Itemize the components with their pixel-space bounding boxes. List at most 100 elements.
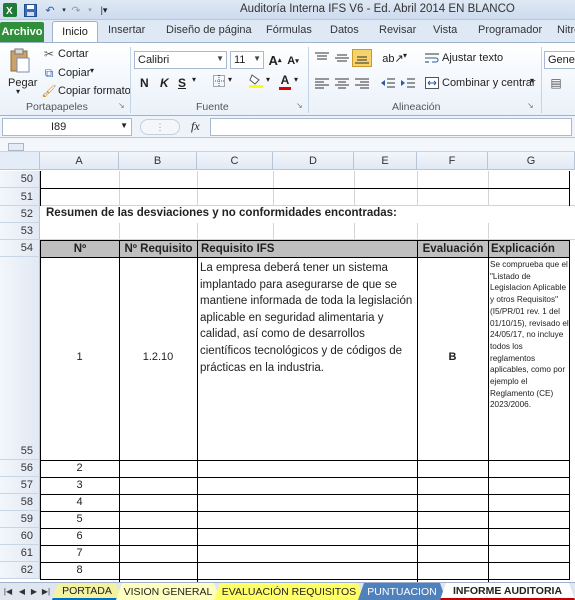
formula-input[interactable]	[210, 118, 572, 136]
row-header-61[interactable]: 61	[0, 545, 40, 562]
shrink-font-icon[interactable]: A ▾	[286, 53, 300, 69]
align-middle-icon[interactable]	[334, 51, 350, 65]
accounting-format-icon[interactable]: ▤	[548, 76, 564, 90]
column-header-e[interactable]: E	[354, 152, 417, 170]
merge-dropdown-icon[interactable]: ▾	[530, 76, 534, 85]
sheet-tab-puntuacion[interactable]: PUNTUACION	[358, 583, 446, 600]
prev-sheet-icon[interactable]: ◀	[16, 585, 28, 598]
tab-programador[interactable]: Programador	[478, 24, 542, 36]
paste-icon[interactable]	[8, 47, 32, 75]
row-header-57[interactable]: 57	[0, 477, 40, 494]
tab-nitro[interactable]: Nitro	[557, 24, 575, 36]
row-header-62[interactable]: 62	[0, 562, 40, 579]
customize-qat-icon[interactable]: |▾	[96, 2, 112, 18]
fill-color-icon[interactable]	[248, 73, 264, 89]
header-evaluacion: Evaluación	[417, 240, 489, 258]
column-header-a[interactable]: A	[40, 152, 119, 170]
row-header-51[interactable]: 51	[0, 188, 40, 206]
copy-button[interactable]: Copiar	[58, 67, 90, 79]
align-right-icon[interactable]	[354, 76, 370, 90]
align-top-icon[interactable]	[314, 51, 330, 65]
borders-icon[interactable]	[212, 74, 226, 88]
column-header-g[interactable]: G	[488, 152, 575, 170]
insert-function-button[interactable]: fx	[191, 119, 200, 134]
row-header-58[interactable]: 58	[0, 494, 40, 511]
copy-dropdown-icon[interactable]: ▾	[90, 66, 94, 75]
orientation-dropdown-icon[interactable]: ▾	[403, 51, 407, 60]
cut-icon[interactable]: ✂	[42, 47, 56, 61]
next-sheet-icon[interactable]: ▶	[28, 585, 40, 598]
name-box[interactable]: I89 ▼	[2, 118, 132, 136]
row-header-56[interactable]: 56	[0, 460, 40, 477]
font-color-dropdown-icon[interactable]: ▾	[294, 75, 298, 84]
increase-indent-icon[interactable]	[400, 76, 416, 90]
fill-color-dropdown-icon[interactable]: ▾	[266, 75, 270, 84]
row1-num: 1	[76, 351, 83, 363]
cut-button[interactable]: Cortar	[58, 48, 89, 60]
column-header-b[interactable]: B	[119, 152, 197, 170]
row-header-52[interactable]: 52	[0, 206, 40, 223]
sheet-tab-portada[interactable]: PORTADA	[52, 583, 122, 600]
paste-dropdown-icon[interactable]: ▾	[16, 87, 20, 96]
wrap-text-icon[interactable]	[424, 50, 440, 66]
decrease-indent-icon[interactable]	[380, 76, 396, 90]
tab-inicio[interactable]: Inicio	[52, 21, 98, 42]
format-painter-button[interactable]: Copiar formato	[58, 85, 131, 97]
copy-icon[interactable]: ⧉	[42, 66, 56, 80]
formula-cancel-enter-icon[interactable]: ⋮	[140, 119, 180, 135]
column-header-d[interactable]: D	[273, 152, 354, 170]
alignment-launcher-icon[interactable]: ↘	[527, 101, 534, 110]
sheet-tab-vision-general[interactable]: VISION GENERAL	[116, 583, 220, 600]
italic-button[interactable]: K	[160, 76, 169, 90]
wrap-text-button[interactable]: Ajustar texto	[442, 52, 503, 64]
row-header-59[interactable]: 59	[0, 511, 40, 528]
column-header-c[interactable]: C	[197, 152, 273, 170]
font-color-icon[interactable]: A	[278, 72, 292, 90]
font-size-combo[interactable]: 11 ▼	[230, 51, 264, 69]
row-header-60[interactable]: 60	[0, 528, 40, 545]
align-bottom-icon[interactable]	[352, 49, 372, 67]
sheet-tab-evaluacion-requisitos[interactable]: EVALUACIÓN REQUISITOS	[214, 583, 364, 600]
sheet-tab-informe-auditoria[interactable]: INFORME AUDITORIA	[440, 583, 575, 600]
tab-vista[interactable]: Vista	[433, 24, 457, 36]
merge-center-icon[interactable]	[424, 76, 440, 90]
grow-font-icon[interactable]: A ▴	[268, 52, 282, 68]
number-format-combo[interactable]: Genera	[544, 51, 575, 69]
worksheet-grid[interactable]: A B C D E F G 50 51 52 53 54 55 56 57 58…	[0, 138, 575, 582]
tab-formulas[interactable]: Fórmulas	[266, 24, 312, 36]
format-painter-icon[interactable]: 🖌	[41, 84, 56, 98]
header-num-requisito: Nº Requisito	[119, 240, 198, 258]
first-sheet-icon[interactable]: |◀	[2, 585, 14, 598]
row-header-54[interactable]: 54	[0, 240, 40, 257]
paste-button[interactable]: Pegar	[8, 77, 37, 89]
header-requisito-ifs: Requisito IFS	[197, 240, 418, 258]
window-title: Auditoría Interna IFS V6 - Ed. Abril 201…	[240, 3, 515, 15]
orientation-icon[interactable]: ab↗	[382, 50, 404, 66]
underline-dropdown-icon[interactable]: ▾	[192, 75, 196, 84]
tab-revisar[interactable]: Revisar	[379, 24, 416, 36]
align-left-icon[interactable]	[314, 76, 330, 90]
font-launcher-icon[interactable]: ↘	[296, 101, 303, 110]
align-center-icon[interactable]	[334, 76, 350, 90]
row-header-50[interactable]: 50	[0, 171, 40, 188]
select-all-handle[interactable]	[8, 143, 24, 151]
row-header-55[interactable]: 55	[0, 257, 40, 460]
font-name-combo[interactable]: Calibri ▼	[134, 51, 227, 69]
bold-button[interactable]: N	[140, 76, 149, 90]
tab-datos[interactable]: Datos	[330, 24, 359, 36]
select-all-corner[interactable]	[0, 152, 40, 170]
excel-window: X ↶ ▾ ↷ ▾ |▾ Auditoría Interna IFS V6 - …	[0, 0, 575, 600]
save-icon[interactable]	[22, 2, 38, 18]
clipboard-launcher-icon[interactable]: ↘	[118, 101, 125, 110]
last-sheet-icon[interactable]: ▶|	[40, 585, 52, 598]
borders-dropdown-icon[interactable]: ▾	[228, 75, 232, 84]
tab-insertar[interactable]: Insertar	[108, 24, 145, 36]
tab-diseno-pagina[interactable]: Diseño de página	[166, 24, 252, 36]
column-header-f[interactable]: F	[417, 152, 488, 170]
row-header-53[interactable]: 53	[0, 223, 40, 240]
merge-center-button[interactable]: Combinar y centrar	[442, 77, 536, 89]
tab-file[interactable]: Archivo	[0, 22, 44, 42]
row1-requisito: 1.2.10	[142, 351, 174, 363]
underline-button[interactable]: S	[178, 76, 186, 90]
alignment-group-label: Alineación	[392, 101, 441, 113]
